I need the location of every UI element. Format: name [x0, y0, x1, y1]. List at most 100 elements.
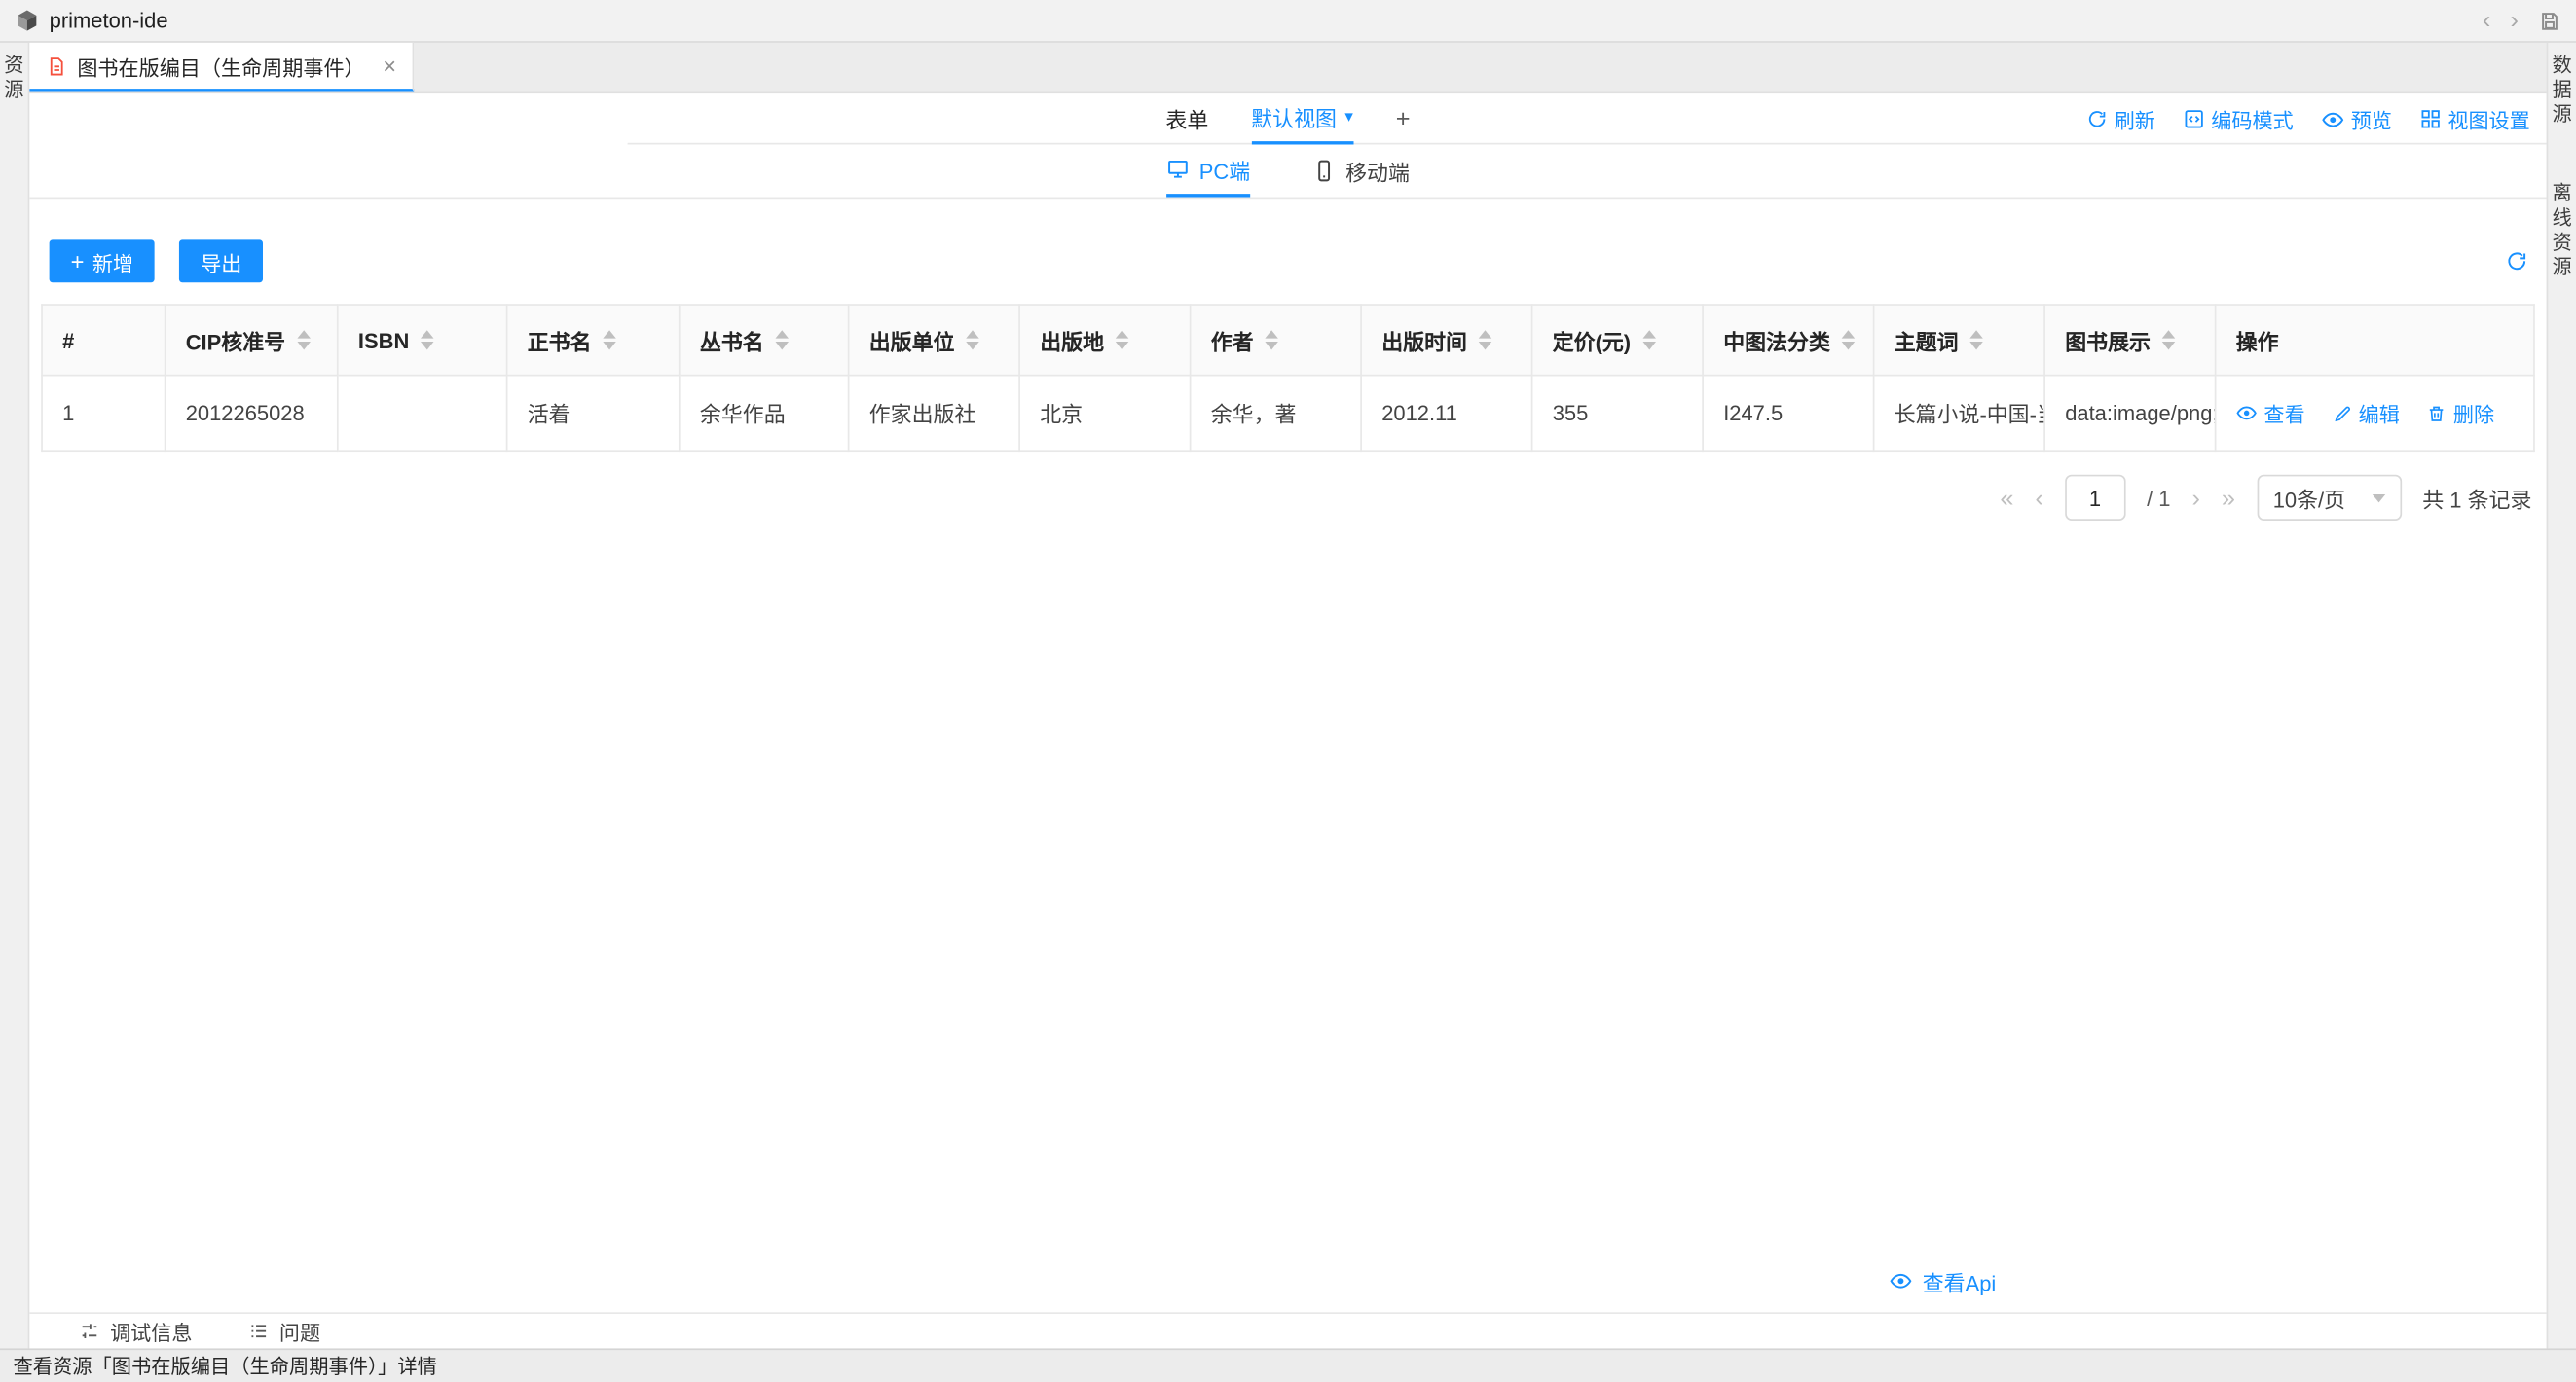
col-header-isbn[interactable]: ISBN: [338, 305, 507, 376]
view-settings-button[interactable]: 视图设置: [2420, 103, 2530, 134]
cell-price: 355: [1532, 376, 1704, 452]
nav-back-icon[interactable]: ‹: [2483, 8, 2490, 32]
save-icon[interactable]: [2538, 9, 2561, 32]
sort-icon[interactable]: [1842, 330, 1856, 349]
rail-item-offline-resources[interactable]: 离线资源: [2548, 171, 2576, 281]
cell-cip: 2012265028: [166, 376, 338, 452]
sort-icon[interactable]: [776, 330, 790, 349]
preview-button[interactable]: 预览: [2321, 103, 2392, 134]
bottom-panel-bar: 调试信息 问题: [29, 1311, 2546, 1347]
add-view-button[interactable]: +: [1396, 93, 1411, 144]
col-header-title[interactable]: 正书名: [507, 305, 680, 376]
code-icon: [2184, 108, 2205, 129]
add-button[interactable]: + 新增: [50, 239, 155, 282]
sort-icon[interactable]: [966, 330, 979, 349]
sort-icon[interactable]: [603, 330, 616, 349]
problems-icon: [248, 1320, 270, 1341]
tab-pc[interactable]: PC端: [1166, 145, 1250, 198]
sort-icon[interactable]: [1265, 330, 1278, 349]
table-toolbar: + 新增 导出: [41, 239, 2535, 282]
col-header-subject[interactable]: 主题词: [1874, 305, 2045, 376]
app-title: primeton-ide: [50, 8, 168, 32]
col-header-date[interactable]: 出版时间: [1361, 305, 1532, 376]
workbench: 资源 图书在版编目（生命周期事件） ×: [0, 43, 2576, 1348]
statusbar-text: 查看资源「图书在版编目（生命周期事件）」详情: [14, 1352, 437, 1380]
close-icon[interactable]: ×: [383, 53, 396, 79]
page-count-label: / 1: [2147, 486, 2170, 510]
eye-icon: [2236, 402, 2258, 423]
records-table: # CIP核准号 ISBN 正书名 丛书名 出版单位 出版地 作者 出版时间 定…: [41, 304, 2535, 452]
last-page-button[interactable]: »: [2222, 486, 2235, 510]
api-row: 查看Api: [41, 1265, 2535, 1296]
right-rail: 数据源 离线资源: [2547, 43, 2576, 1348]
main-area: 图书在版编目（生命周期事件） × 表单 默认视图 ▾: [29, 43, 2546, 1348]
grid-icon: [2420, 108, 2442, 129]
cell-place: 北京: [1019, 376, 1191, 452]
titlebar: primeton-ide ‹ ›: [0, 0, 2576, 43]
chevron-down-icon: ▾: [1344, 109, 1352, 126]
cell-index: 1: [42, 376, 166, 452]
sort-icon[interactable]: [2162, 330, 2176, 349]
col-header-series[interactable]: 丛书名: [680, 305, 849, 376]
refresh-icon: [2086, 108, 2108, 129]
page-number-input[interactable]: 1: [2065, 475, 2125, 521]
rail-item-data-source[interactable]: 数据源: [2548, 43, 2576, 128]
debug-info-button[interactable]: 调试信息: [79, 1315, 192, 1346]
editor-tab[interactable]: 图书在版编目（生命周期事件） ×: [29, 43, 414, 92]
grid-content: + 新增 导出: [29, 199, 2546, 1311]
top-actions: 刷新 编码模式 预览: [2086, 93, 2530, 144]
sort-icon[interactable]: [1116, 330, 1129, 349]
problems-button[interactable]: 问题: [248, 1315, 320, 1346]
code-mode-button[interactable]: 编码模式: [2184, 103, 2294, 134]
col-header-actions: 操作: [2216, 305, 2534, 376]
col-header-author[interactable]: 作者: [1191, 305, 1362, 376]
monitor-icon: [1166, 158, 1190, 181]
titlebar-controls: ‹ ›: [2483, 8, 2561, 32]
next-page-button[interactable]: ›: [2191, 486, 2199, 510]
sort-icon[interactable]: [297, 330, 311, 349]
view-link[interactable]: 查看: [2236, 397, 2305, 428]
nav-forward-icon[interactable]: ›: [2511, 8, 2519, 32]
cell-author: 余华，著: [1191, 376, 1362, 452]
cell-subject: 长篇小说-中国-当: [1874, 376, 2045, 452]
col-header-place[interactable]: 出版地: [1019, 305, 1191, 376]
chevron-down-icon: [2372, 493, 2385, 501]
sort-icon[interactable]: [1642, 330, 1656, 349]
tab-mobile[interactable]: 移动端: [1312, 145, 1410, 198]
tab-form[interactable]: 表单: [1165, 93, 1208, 144]
col-header-cip[interactable]: CIP核准号: [166, 305, 338, 376]
cell-actions: 查看 编辑: [2216, 376, 2534, 452]
refresh-button[interactable]: 刷新: [2086, 103, 2155, 134]
eye-icon: [1890, 1269, 1913, 1292]
empty-area: [41, 521, 2535, 1265]
app-logo: [15, 8, 39, 32]
editor: 表单 默认视图 ▾ + 刷新: [29, 93, 2546, 1347]
edit-link[interactable]: 编辑: [2333, 398, 2400, 429]
col-header-clc[interactable]: 中图法分类: [1703, 305, 1874, 376]
sort-icon[interactable]: [421, 330, 434, 349]
first-page-button[interactable]: «: [2000, 486, 2013, 510]
delete-link[interactable]: 删除: [2427, 398, 2494, 429]
tab-default-view[interactable]: 默认视图 ▾: [1251, 93, 1353, 144]
rail-item-resources[interactable]: 资源: [0, 43, 28, 103]
table-row[interactable]: 1 2012265028 活着 余华作品 作家出版社 北京 余华，著 2012.…: [42, 376, 2534, 452]
col-header-price[interactable]: 定价(元): [1532, 305, 1704, 376]
eye-icon: [2321, 108, 2344, 131]
trash-icon: [2427, 404, 2447, 423]
cell-clc: I247.5: [1703, 376, 1874, 452]
phone-icon: [1312, 160, 1336, 183]
cell-isbn: [338, 376, 507, 452]
view-api-link[interactable]: 查看Api: [1890, 1265, 1996, 1296]
cell-publisher: 作家出版社: [849, 376, 1020, 452]
device-tabs-row: PC端 移动端: [29, 145, 2546, 200]
col-header-image[interactable]: 图书展示: [2044, 305, 2216, 376]
pagination: « ‹ 1 / 1 › » 10条/页 共 1 条记录: [41, 475, 2535, 521]
sort-icon[interactable]: [1479, 330, 1492, 349]
export-button[interactable]: 导出: [179, 239, 263, 282]
sync-icon[interactable]: [2505, 250, 2528, 273]
cell-series: 余华作品: [680, 376, 849, 452]
sort-icon[interactable]: [1969, 330, 1983, 349]
prev-page-button[interactable]: ‹: [2035, 486, 2042, 510]
page-size-select[interactable]: 10条/页: [2257, 475, 2402, 521]
col-header-publisher[interactable]: 出版单位: [849, 305, 1020, 376]
